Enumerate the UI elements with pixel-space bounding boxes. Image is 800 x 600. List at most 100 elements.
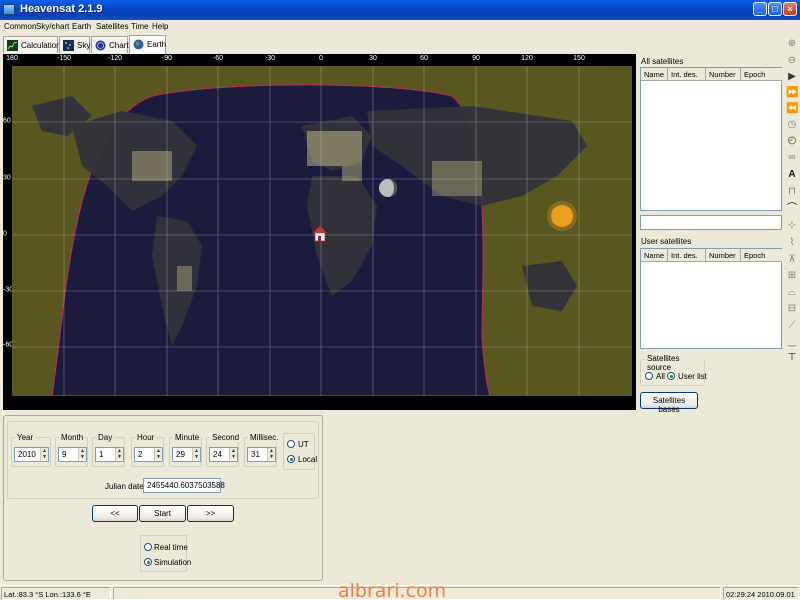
down-arrow-icon[interactable]: ▼	[230, 454, 237, 460]
ut-radio[interactable]	[287, 440, 295, 448]
zoom-out-icon[interactable]: ⊖	[786, 55, 798, 67]
calculations-icon	[7, 40, 18, 51]
julian-date-input[interactable]: 2455440.6037503588	[143, 478, 225, 493]
window-title: Heavensat 2.1.9	[20, 3, 103, 15]
menu-time[interactable]: Time	[131, 22, 148, 31]
earth-map[interactable]	[12, 66, 632, 396]
clock-icon[interactable]: ◷	[786, 119, 798, 131]
menu-help[interactable]: Help	[152, 22, 168, 31]
ut-label: UT	[298, 440, 309, 449]
user-satellites-list[interactable]: Name Int. des. Number Epoch	[640, 248, 782, 349]
fast-forward-icon[interactable]: ⏩	[786, 87, 798, 99]
ruler-icon[interactable]: ⟋	[786, 320, 798, 332]
trail-icon[interactable]: ⌇	[786, 237, 798, 249]
longitude-label: 90	[472, 55, 480, 62]
minimize-button[interactable]: _	[753, 2, 767, 16]
text-labels-icon[interactable]: A	[786, 169, 798, 181]
step-forward-button[interactable]: >>	[187, 505, 234, 522]
real-time-label: Real time	[154, 543, 188, 552]
tab-calculations[interactable]: Calculations	[3, 36, 65, 53]
latitude-label: 60	[3, 117, 11, 125]
longitude-label: -60	[212, 55, 224, 62]
play-forward-icon[interactable]: ▶	[786, 71, 798, 83]
menu-common[interactable]: Common	[4, 22, 36, 31]
satellites-bases-button[interactable]: Satellites bases	[640, 392, 698, 414]
year-spinbox[interactable]: 2010 ▲ ▼	[14, 447, 49, 462]
binoculars-icon[interactable]: ∞	[786, 152, 798, 164]
grid-icon[interactable]: ⊟	[786, 303, 798, 315]
second-spinbox[interactable]: 24 ▲ ▼	[209, 447, 238, 462]
down-arrow-icon[interactable]: ▼	[155, 454, 162, 460]
latitude-label: 30	[3, 174, 11, 182]
column-header[interactable]: Epoch	[741, 68, 782, 81]
julian-date-label: Julian date:	[105, 482, 146, 491]
rewind-icon[interactable]: ⏪	[786, 103, 798, 115]
user-satellites-title: User satellites	[641, 237, 692, 246]
down-arrow-icon[interactable]: ▼	[268, 454, 275, 460]
satellites-source-group: Satellites source All User list	[640, 354, 707, 386]
mode-group: Real time Simulation	[140, 535, 191, 572]
maximize-button[interactable]: □	[768, 2, 782, 16]
menu-sky-chart[interactable]: Sky/chart	[36, 22, 69, 31]
second-group: Second 24 ▲ ▼	[206, 433, 242, 467]
month-spinbox[interactable]: 9 ▲ ▼	[58, 447, 87, 462]
hour-value: 2	[138, 450, 143, 459]
menu-bar: Common Sky/chart Earth Satellites Time H…	[0, 20, 800, 34]
source-user-list-label: User list	[678, 372, 707, 381]
column-header[interactable]: Int. des.	[668, 68, 706, 81]
longitude-label: -90	[161, 55, 173, 62]
close-button[interactable]: ×	[783, 2, 797, 16]
step-back-button[interactable]: <<	[92, 505, 138, 522]
minute-value: 29	[176, 450, 185, 459]
curve-icon[interactable]: ‿	[786, 336, 798, 348]
menu-earth[interactable]: Earth	[72, 22, 91, 31]
down-arrow-icon[interactable]: ▼	[193, 454, 200, 460]
menu-satellites[interactable]: Satellites	[96, 22, 128, 31]
tab-sky[interactable]: Sky	[59, 36, 90, 53]
longitude-label: -120	[107, 55, 123, 62]
dome-icon[interactable]: ⌓	[786, 287, 798, 299]
ground-station-icon[interactable]: ⊼	[786, 254, 798, 266]
tab-label: Chart	[109, 41, 129, 50]
simulation-radio[interactable]	[144, 558, 152, 566]
map-overlay-icon[interactable]: ⊞	[786, 270, 798, 282]
simulation-label: Simulation	[154, 558, 192, 567]
timezone-group: UT Local	[283, 433, 317, 470]
satellite-search-input[interactable]	[640, 215, 782, 230]
zoom-in-icon[interactable]: ⊕	[786, 38, 798, 50]
day-label: Day	[96, 433, 115, 442]
tab-chart[interactable]: Chart	[91, 36, 129, 53]
start-button[interactable]: Start	[139, 505, 186, 522]
column-header[interactable]: Name	[641, 68, 668, 81]
all-satellites-list[interactable]: Name Int. des. Number Epoch	[640, 67, 782, 211]
real-time-radio[interactable]	[144, 543, 152, 551]
horizon-arc-icon[interactable]: ⌒	[786, 203, 798, 215]
column-header[interactable]: Name	[641, 249, 668, 262]
local-radio[interactable]	[287, 455, 295, 463]
down-arrow-icon[interactable]: ▼	[116, 454, 123, 460]
down-arrow-icon[interactable]: ▼	[41, 454, 48, 460]
millisec-label: Millisec.	[248, 433, 281, 442]
millisec-group: Millisec. 31 ▲ ▼	[244, 433, 281, 467]
tab-earth[interactable]: Earth	[129, 35, 166, 54]
settings-clock-icon[interactable]: ◴	[786, 135, 798, 147]
column-header[interactable]: Number	[706, 68, 741, 81]
longitude-label: 180	[6, 55, 18, 62]
month-group: Month 9 ▲ ▼	[55, 433, 88, 467]
lock-icon[interactable]: ⊓	[786, 186, 798, 198]
column-header[interactable]: Epoch	[741, 249, 782, 262]
source-all-radio[interactable]	[645, 372, 653, 380]
satellite-icon[interactable]: ⊹	[786, 220, 798, 232]
down-arrow-icon[interactable]: ▼	[79, 454, 86, 460]
millisec-spinbox[interactable]: 31 ▲ ▼	[247, 447, 276, 462]
hour-spinbox[interactable]: 2 ▲ ▼	[134, 447, 163, 462]
sky-icon	[63, 40, 74, 51]
day-spinbox[interactable]: 1 ▲ ▼	[95, 447, 124, 462]
source-all-label: All	[656, 372, 665, 381]
earth-map-image	[12, 66, 632, 396]
column-header[interactable]: Number	[706, 249, 741, 262]
minute-spinbox[interactable]: 29 ▲ ▼	[172, 447, 201, 462]
telescope-icon[interactable]: ⊤	[786, 352, 798, 364]
source-user-list-radio[interactable]	[667, 372, 675, 380]
column-header[interactable]: Int. des.	[668, 249, 706, 262]
